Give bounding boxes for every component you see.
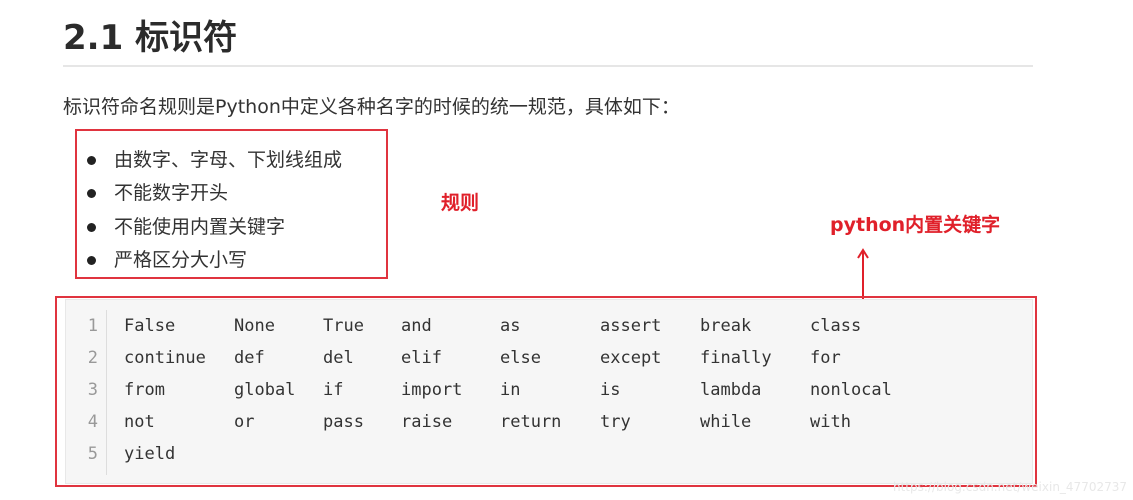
rule-item: 由数字、字母、下划线组成 (87, 145, 342, 172)
keyword: is (600, 380, 621, 400)
bullet-icon (87, 223, 96, 232)
keyword: raise (401, 412, 453, 432)
keyword: continue (124, 348, 206, 368)
keyword: assert (600, 316, 662, 336)
page-title: 2.1 标识符 (63, 18, 238, 58)
keyword: import (401, 380, 463, 400)
rule-text: 严格区分大小写 (114, 249, 248, 271)
keyword: def (234, 348, 265, 368)
rule-item: 不能数字开头 (87, 178, 228, 205)
keyword: pass (323, 412, 364, 432)
line-number: 1 (87, 316, 98, 336)
keyword: for (810, 348, 841, 368)
line-number: 3 (87, 380, 98, 400)
keyword: else (500, 348, 541, 368)
keyword: except (600, 348, 662, 368)
keyword: elif (401, 348, 442, 368)
keyword: while (700, 412, 752, 432)
keyword: global (234, 380, 296, 400)
keyword: finally (700, 348, 772, 368)
keyword: try (600, 412, 631, 432)
watermark: https://blog.csdn.net/weixin_47702737 (892, 480, 1127, 494)
rules-annotation: 规则 (441, 192, 480, 214)
rule-item: 不能使用内置关键字 (87, 212, 285, 239)
bullet-icon (87, 256, 96, 265)
keyword: class (810, 316, 862, 336)
keyword: not (124, 412, 155, 432)
keyword: None (234, 316, 275, 336)
keyword: with (810, 412, 851, 432)
line-number: 2 (87, 348, 98, 368)
rule-text: 不能使用内置关键字 (114, 216, 286, 238)
keywords-annotation: python内置关键字 (830, 214, 1001, 236)
keyword: break (700, 316, 752, 336)
keyword: False (124, 316, 176, 336)
bullet-icon (87, 189, 96, 198)
keyword: or (234, 412, 255, 432)
keyword: in (500, 380, 521, 400)
rule-text: 不能数字开头 (114, 182, 229, 204)
line-number: 5 (87, 444, 98, 464)
keyword: if (323, 380, 344, 400)
keyword: as (500, 316, 521, 336)
rule-text: 由数字、字母、下划线组成 (114, 149, 343, 171)
line-number: 4 (87, 412, 98, 432)
rule-item: 严格区分大小写 (87, 245, 247, 272)
keyword: del (323, 348, 354, 368)
keyword: True (323, 316, 364, 336)
title-divider (63, 65, 1033, 67)
keyword: from (124, 380, 165, 400)
keyword: return (500, 412, 562, 432)
keyword: lambda (700, 380, 762, 400)
keyword: and (401, 316, 432, 336)
bullet-icon (87, 156, 96, 165)
keyword: yield (124, 444, 176, 464)
keyword: nonlocal (810, 380, 892, 400)
intro-paragraph: 标识符命名规则是Python中定义各种名字的时候的统一规范，具体如下： (63, 96, 680, 118)
